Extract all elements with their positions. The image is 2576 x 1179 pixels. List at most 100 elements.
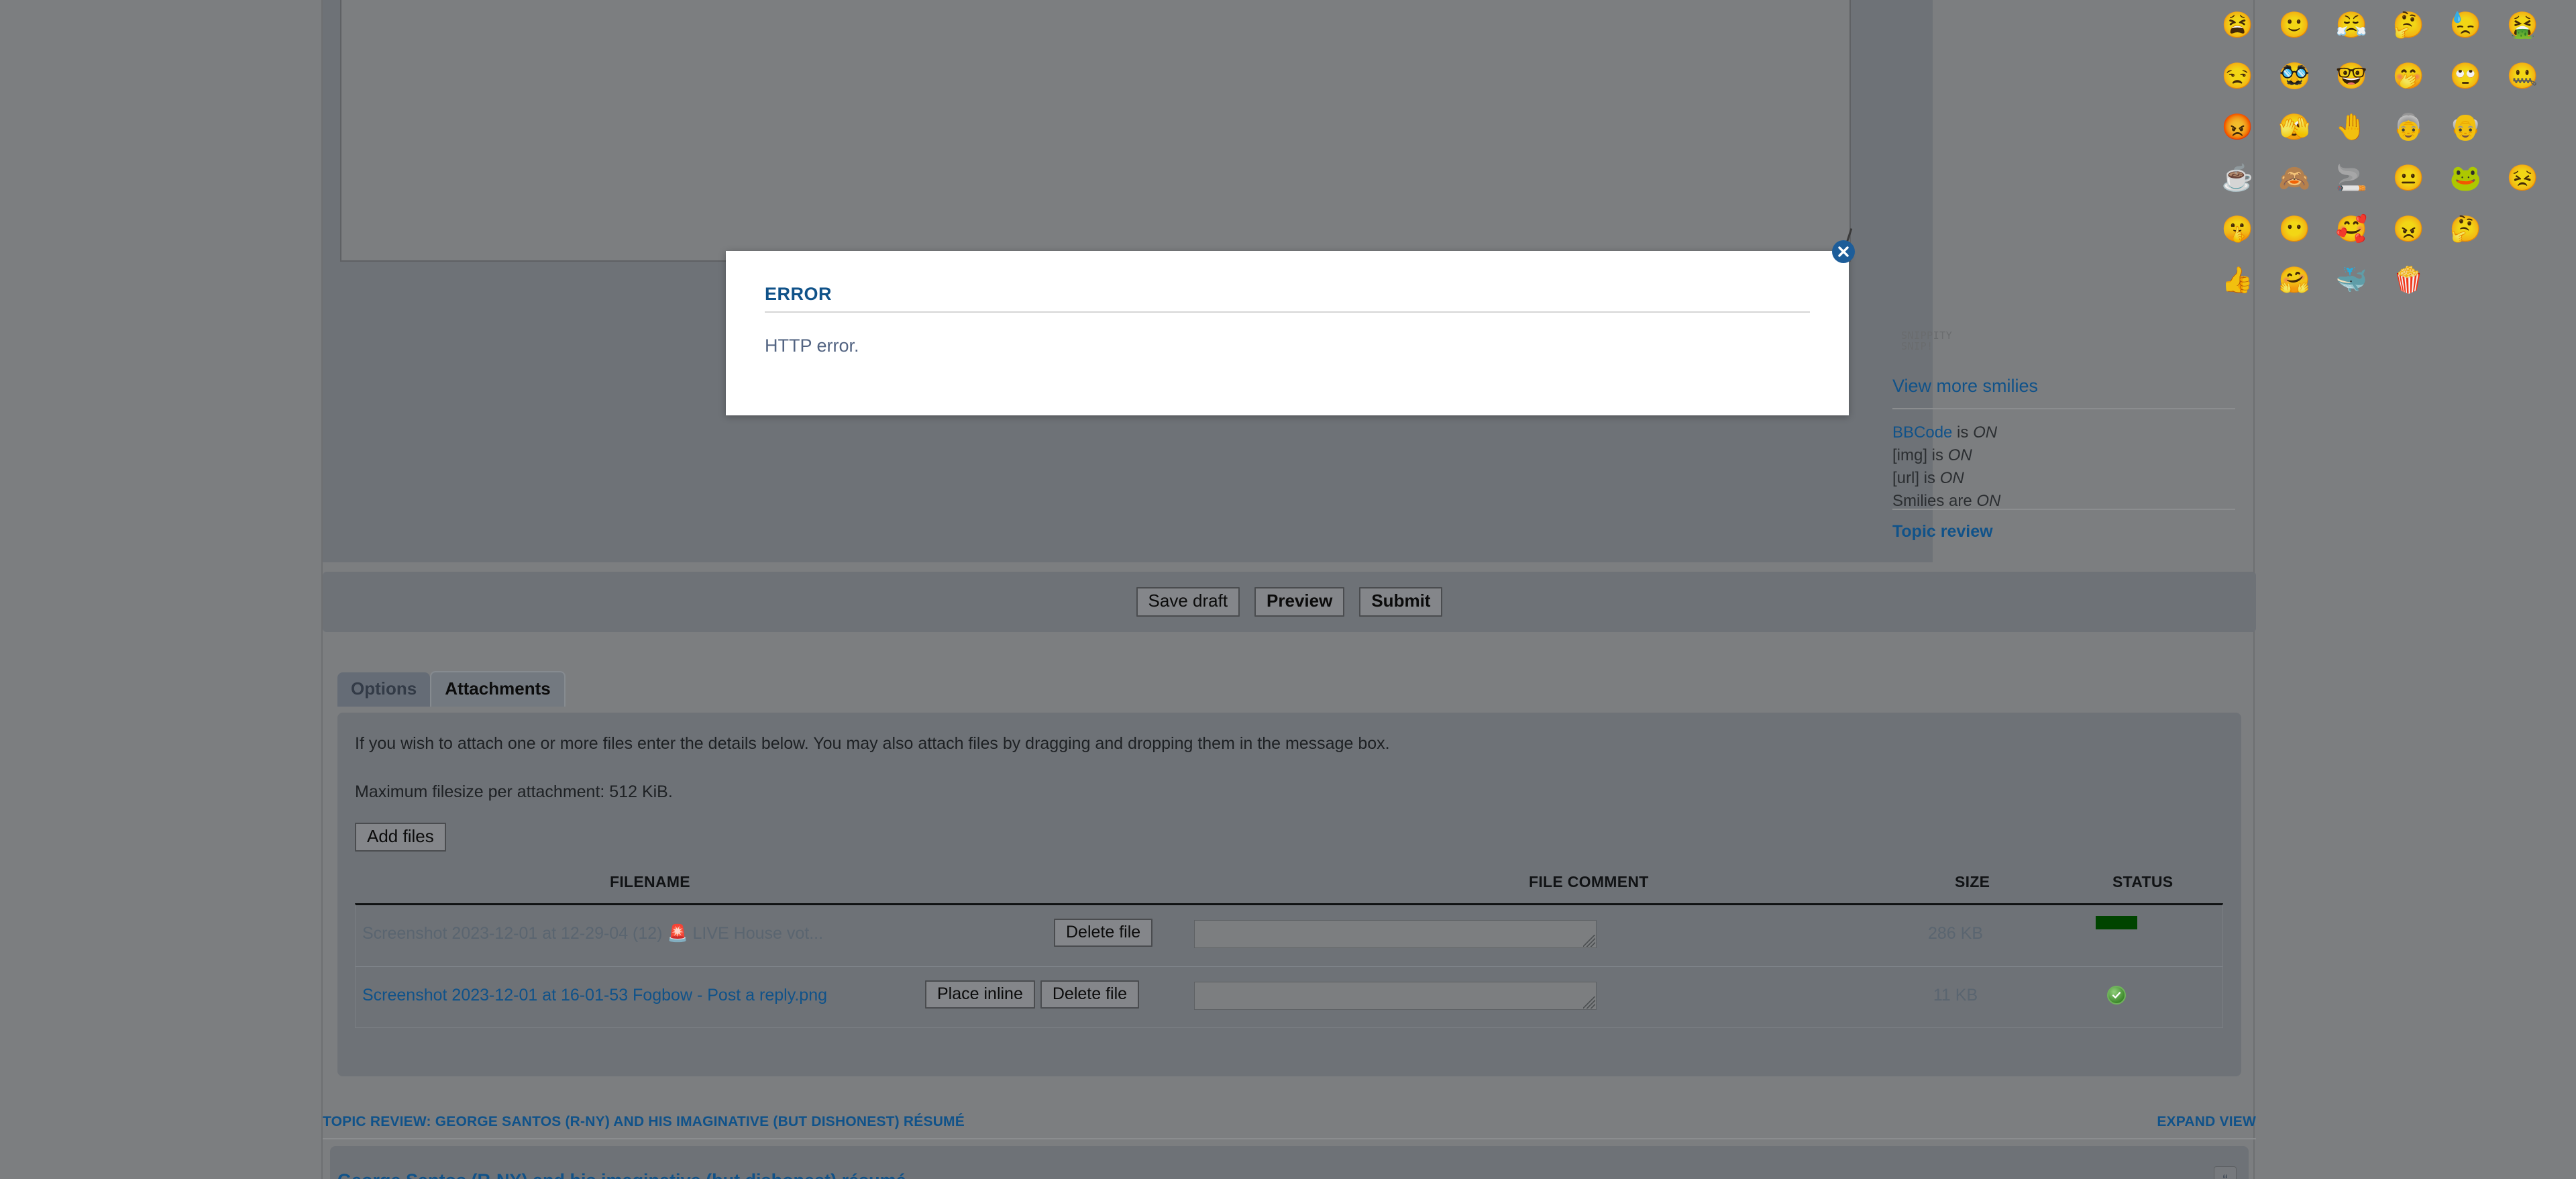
- quote-icon[interactable]: “: [2214, 1166, 2237, 1179]
- smilies-row: ☕ 🙈 🚬 😐 🐸 😣: [2209, 153, 2553, 204]
- smiley-icon[interactable]: 😤: [2323, 13, 2380, 38]
- smiley-icon[interactable]: 🥸: [2266, 64, 2323, 89]
- smiley-icon[interactable]: 🤐: [2494, 64, 2551, 89]
- smiley-icon[interactable]: 🤮: [2494, 13, 2551, 38]
- page-column: 😫 🙂 😤 🤔 😓 🤮 😒 🥸 🤓 🤭 🙄 🤐 😡 🫣 🤚 👵 👴 ☕ 🙈 🚬 😐 🐸 😣 🤫 😶 🥰 😠 🤔 👍 🤗 🐳 🍿 Save …: [321, 0, 2538, 1179]
- bbcode-status-line: [url] is ON: [1892, 467, 2000, 490]
- smiley-icon[interactable]: 😓: [2437, 13, 2494, 38]
- smiley-icon[interactable]: 👍: [2209, 268, 2266, 293]
- smilies-row: 😫 🙂 😤 🤔 😓 🤮: [2209, 0, 2553, 51]
- submit-button-bar: Save draft Preview Submit: [323, 572, 2256, 632]
- smiley-icon[interactable]: 🐳: [2323, 268, 2380, 293]
- bbcode-verb: is: [1927, 446, 1948, 464]
- column-header-status: STATUS: [2112, 873, 2174, 890]
- bbcode-state: ON: [1976, 492, 2001, 510]
- smiley-icon[interactable]: 😐: [2380, 166, 2437, 191]
- smiley-icon[interactable]: 👵: [2380, 115, 2437, 140]
- smiley-icon[interactable]: 🐸: [2437, 166, 2494, 191]
- attachment-size: 286 KB: [1927, 924, 1983, 943]
- column-header-file-comment: FILE COMMENT: [1529, 873, 1649, 890]
- smiley-icon[interactable]: 🍿: [2380, 268, 2437, 293]
- view-more-smilies-link[interactable]: View more smilies: [1892, 376, 2038, 397]
- smiley-icon[interactable]: 🤗: [2266, 268, 2323, 293]
- resize-grip-icon[interactable]: [1583, 996, 1595, 1009]
- topic-review-first-post: George Santos (R-NY) and his imaginative…: [330, 1146, 2249, 1179]
- smiley-icon[interactable]: 🤭: [2380, 64, 2437, 89]
- smiley-icon[interactable]: 🤚: [2323, 115, 2380, 140]
- smiley-icon[interactable]: 😠: [2380, 217, 2437, 242]
- column-header-size: SIZE: [1955, 873, 1990, 890]
- smilies-row: 🤫 😶 🥰 😠 🤔: [2209, 204, 2553, 255]
- smiley-icon[interactable]: 🤓: [2323, 64, 2380, 89]
- attachments-intro-text: If you wish to attach one or more files …: [355, 734, 1390, 753]
- smiley-icon[interactable]: 🙈: [2266, 166, 2323, 191]
- smiley-icon[interactable]: 🥰: [2323, 217, 2380, 242]
- smilies-row: 😒 🥸 🤓 🤭 🙄 🤐: [2209, 51, 2553, 102]
- smilies-grid[interactable]: 😫 🙂 😤 🤔 😓 🤮 😒 🥸 🤓 🤭 🙄 🤐 😡 🫣 🤚 👵 👴 ☕ 🙈 🚬 😐 🐸 😣 🤫 😶 🥰 😠 🤔 👍 🤗 🐳 🍿: [2209, 0, 2553, 306]
- smiley-icon[interactable]: ☕: [2209, 166, 2266, 191]
- attachment-filename[interactable]: Screenshot 2023-12-01 at 16-01-53 Fogbow…: [362, 986, 827, 1005]
- topic-review-sidebar-link[interactable]: Topic review: [1892, 522, 1993, 542]
- add-files-button[interactable]: Add files: [355, 823, 446, 852]
- tab-options[interactable]: Options: [337, 672, 431, 707]
- bbcode-verb: is: [1952, 423, 1974, 442]
- message-textarea[interactable]: [340, 0, 1851, 262]
- resize-grip-icon[interactable]: [1583, 935, 1595, 947]
- save-draft-button[interactable]: Save draft: [1136, 587, 1240, 617]
- panel-tabs: Options Attachments: [337, 671, 566, 707]
- bbcode-name: Smilies: [1892, 492, 1945, 510]
- place-inline-button[interactable]: Place inline: [925, 980, 1035, 1009]
- bbcode-state: ON: [1947, 446, 1972, 464]
- file-comment-input[interactable]: [1194, 982, 1597, 1010]
- smiley-icon[interactable]: 🤫: [2209, 217, 2266, 242]
- smiley-icon: [2437, 268, 2494, 293]
- column-header-filename: FILENAME: [610, 873, 690, 890]
- bbcode-status-line: [img] is ON: [1892, 444, 2000, 467]
- bbcode-state: ON: [1939, 469, 1964, 487]
- topic-review-post-title[interactable]: George Santos (R-NY) and his imaginative…: [337, 1170, 906, 1179]
- smiley-icon[interactable]: 😫: [2209, 13, 2266, 38]
- file-comment-input[interactable]: [1194, 920, 1597, 948]
- status-badge: [2063, 916, 2170, 929]
- delete-file-button[interactable]: Delete file: [1040, 980, 1140, 1009]
- smiley-icon[interactable]: 👴: [2437, 115, 2494, 140]
- smiley-icon[interactable]: 😣: [2494, 166, 2551, 191]
- smiley-icon[interactable]: 🚬: [2323, 166, 2380, 191]
- smiley-icon[interactable]: 😡: [2209, 115, 2266, 140]
- bbcode-verb: are: [1944, 492, 1977, 510]
- smiley-icon[interactable]: 😶: [2266, 217, 2323, 242]
- bbcode-status-list: BBCode is ON [img] is ON [url] is ON Smilie…: [1892, 421, 2000, 513]
- status-badge: [2063, 986, 2170, 1005]
- attachments-table: FILENAME FILE COMMENT SIZE STATUS Screen…: [355, 868, 2223, 1055]
- bbcode-verb: is: [1919, 469, 1940, 487]
- smiley-icon[interactable]: 🤔: [2437, 217, 2494, 242]
- attachment-actions: Place inline Delete file: [925, 980, 1140, 1009]
- table-row: Screenshot 2023-12-01 at 16-01-53 Fogbow…: [356, 966, 2222, 1027]
- smiley-icon[interactable]: 🙂: [2266, 13, 2323, 38]
- smiley-icon[interactable]: 🫣: [2266, 115, 2323, 140]
- bbcode-name: [url]: [1892, 469, 1920, 487]
- delete-file-button[interactable]: Delete file: [1054, 919, 1153, 947]
- smiley-icon: [2494, 217, 2551, 242]
- preview-button[interactable]: Preview: [1254, 587, 1345, 617]
- bbcode-name[interactable]: BBCode: [1892, 423, 1952, 442]
- attachments-table-header: FILENAME FILE COMMENT SIZE STATUS: [355, 868, 2223, 903]
- table-row: Screenshot 2023-12-01 at 12-29-04 (12) 🚨…: [356, 905, 2222, 966]
- error-modal-message: HTTP error.: [765, 336, 859, 356]
- attachments-max-filesize-text: Maximum filesize per attachment: 512 KiB…: [355, 782, 673, 801]
- attachments-table-body: Screenshot 2023-12-01 at 12-29-04 (12) 🚨…: [355, 903, 2223, 1028]
- smilies-row: 👍 🤗 🐳 🍿: [2209, 255, 2553, 306]
- bbcode-state: ON: [1973, 423, 1998, 442]
- sidebar-divider-top: [1892, 408, 2235, 409]
- smiley-icon[interactable]: 🙄: [2437, 64, 2494, 89]
- screen: 😫 🙂 😤 🤔 😓 🤮 😒 🥸 🤓 🤭 🙄 🤐 😡 🫣 🤚 👵 👴 ☕ 🙈 🚬 😐 🐸 😣 🤫 😶 🥰 😠 🤔 👍 🤗 🐳 🍿 Save …: [0, 0, 2576, 1179]
- smiley-icon[interactable]: 😒: [2209, 64, 2266, 89]
- submit-button[interactable]: Submit: [1359, 587, 1443, 617]
- snippity-snip-icon: SNIPPITY SNIP!: [1901, 329, 1953, 352]
- topic-review-heading[interactable]: TOPIC REVIEW: GEORGE SANTOS (R-NY) AND H…: [323, 1114, 965, 1130]
- attachments-panel: If you wish to attach one or more files …: [337, 713, 2241, 1076]
- tab-attachments[interactable]: Attachments: [430, 671, 566, 707]
- smiley-icon[interactable]: 🤔: [2380, 13, 2437, 38]
- expand-view-link[interactable]: EXPAND VIEW: [2157, 1114, 2256, 1130]
- close-icon[interactable]: [1832, 240, 1855, 263]
